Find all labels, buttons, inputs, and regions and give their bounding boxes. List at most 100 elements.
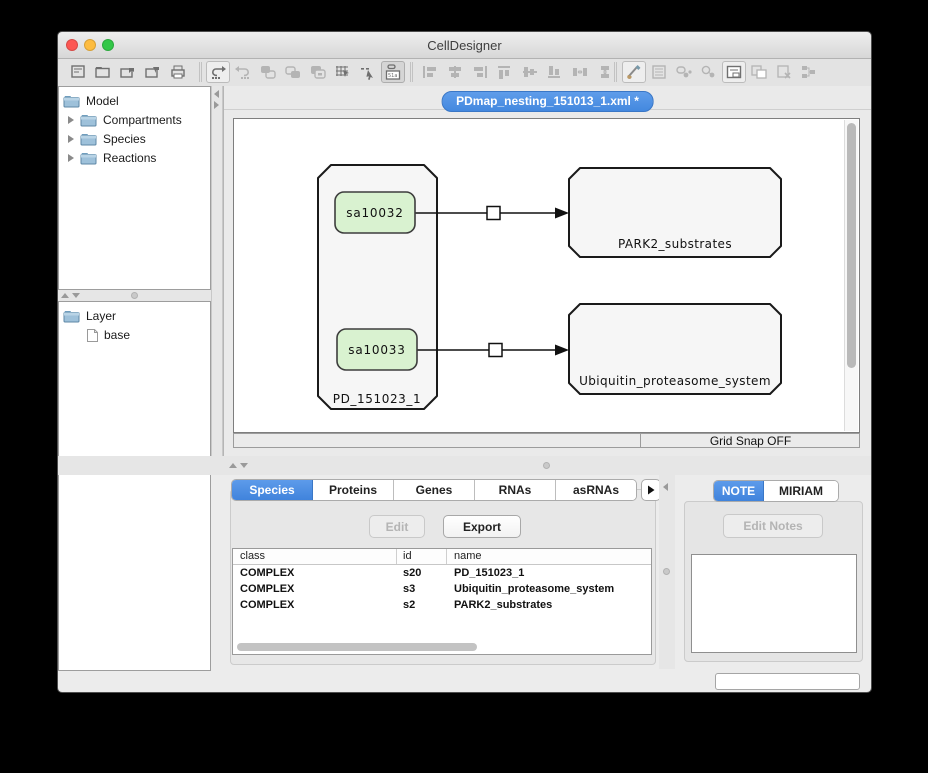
pointer-select-icon[interactable] [356,61,380,83]
notes-content-area[interactable] [691,554,857,653]
species-highlight-icon[interactable] [672,61,696,83]
arrowhead-icon [555,345,569,356]
tab-proteins[interactable]: Proteins [313,480,394,500]
distribute-horizontal-icon[interactable] [568,61,592,83]
disclosure-triangle-icon[interactable] [67,134,75,144]
copy-notes-icon[interactable] [747,61,771,83]
canvas-vertical-scrollbar[interactable] [844,120,858,431]
align-left-icon[interactable] [418,61,442,83]
table-horizontal-scrollbar[interactable] [237,643,477,651]
tab-overflow-button[interactable] [641,479,661,501]
folder-icon [80,132,98,146]
folder-icon [80,151,98,165]
splitter-grip[interactable] [663,568,670,575]
new-document-icon[interactable] [66,61,90,83]
table-row[interactable]: COMPLEX s3 Ubiquitin_proteasome_system [233,581,651,597]
tree-item-layer[interactable]: Layer [63,307,116,325]
print-icon[interactable] [166,61,190,83]
tab-note[interactable]: NOTE [714,481,764,501]
align-middle-icon[interactable] [518,61,542,83]
splitter-left-icon[interactable] [214,90,219,98]
complex-label: Ubiquitin_proteasome_system [579,374,771,388]
export-button[interactable]: Export [443,515,521,538]
tree-item-base[interactable]: base [86,326,130,344]
column-header-id[interactable]: id [403,550,412,562]
reaction-square-handle[interactable] [487,207,500,220]
cell-name: PD_151023_1 [454,567,524,579]
table-row[interactable]: COMPLEX s2 PARK2_substrates [233,597,651,613]
tree-item-label: Layer [86,309,116,323]
folder-icon [63,309,81,323]
column-header-name[interactable]: name [454,550,482,562]
notes-panel-icon[interactable] [722,61,746,83]
toolbar-group-edit: 51a [206,61,405,83]
disclosure-triangle-icon[interactable] [67,115,75,125]
align-top-icon[interactable] [493,61,517,83]
delete-notes-icon[interactable] [772,61,796,83]
tab-rnas[interactable]: RNAs [475,480,556,500]
left-splitter[interactable] [211,86,223,456]
tree-splitter[interactable] [58,290,211,301]
align-center-icon[interactable] [443,61,467,83]
table-header: class id name [233,549,651,565]
horizontal-splitter[interactable] [58,456,871,475]
toolbar-separator [410,62,411,82]
ungroup-icon[interactable] [281,61,305,83]
reaction-highlight-icon[interactable] [697,61,721,83]
title-bar[interactable]: CellDesigner [58,32,871,59]
footer-text-field[interactable] [715,673,860,690]
cell-name: Ubiquitin_proteasome_system [454,583,614,595]
table-row[interactable]: COMPLEX s20 PD_151023_1 [233,565,651,581]
tree-item-label: Species [103,132,146,146]
cell-id: s2 [403,599,415,611]
splitter-left-icon[interactable] [663,483,668,491]
edit-button[interactable]: Edit [369,515,425,538]
grid-snap-icon[interactable] [331,61,355,83]
tree-item-label: Reactions [103,151,156,165]
tab-asrnas[interactable]: asRNAs [556,480,636,500]
reaction-square-handle[interactable] [489,344,502,357]
complex-label: PARK2_substrates [618,237,732,251]
tree-item-model[interactable]: Model [63,92,119,110]
bottom-vertical-splitter[interactable] [659,475,675,669]
undo-icon[interactable] [206,61,230,83]
screenshot-root: { "window": { "title": "CellDesigner" },… [0,0,928,773]
tree-item-compartments[interactable]: Compartments [67,111,182,129]
send-back-icon[interactable] [306,61,330,83]
scrollbar-thumb[interactable] [847,123,856,368]
splitter-down-icon[interactable] [72,293,80,298]
splitter-grip[interactable] [131,292,138,299]
save-as-icon[interactable] [141,61,165,83]
tab-genes[interactable]: Genes [394,480,475,500]
tree-item-label: base [104,328,130,342]
splitter-grip[interactable] [543,462,550,469]
save-file-icon[interactable] [116,61,140,83]
disclosure-triangle-icon[interactable] [67,153,75,163]
tab-species[interactable]: Species [232,480,313,500]
splitter-down-icon[interactable] [240,463,248,468]
tab-miriam[interactable]: MIRIAM [764,481,838,501]
align-bottom-icon[interactable] [543,61,567,83]
document-tab[interactable]: PDmap_nesting_151013_1.xml * [441,91,654,112]
tree-item-species[interactable]: Species [67,130,146,148]
tree-view-icon[interactable] [797,61,821,83]
species-table[interactable]: class id name COMPLEX s20 PD_151023_1 CO… [232,548,652,655]
overview-toggle-icon[interactable]: 51a [381,61,405,83]
edit-notes-button[interactable]: Edit Notes [723,514,823,538]
celldesigner-window: CellDesigner 51a Model Compartments Spec… [57,31,872,693]
column-separator[interactable] [446,549,447,564]
column-separator[interactable] [396,549,397,564]
open-file-icon[interactable] [91,61,115,83]
diagram-canvas[interactable]: sa10032 sa10033 PD_151023_1 PARK2_substr… [233,118,860,433]
align-right-icon[interactable] [468,61,492,83]
folder-icon [63,94,81,108]
column-header-class[interactable]: class [240,550,265,562]
splitter-up-icon[interactable] [229,463,237,468]
tree-item-reactions[interactable]: Reactions [67,149,156,167]
splitter-right-icon[interactable] [214,101,219,109]
splitter-up-icon[interactable] [61,293,69,298]
redo-icon[interactable] [231,61,255,83]
paint-brush-icon[interactable] [622,61,646,83]
group-icon[interactable] [256,61,280,83]
property-list-icon[interactable] [647,61,671,83]
